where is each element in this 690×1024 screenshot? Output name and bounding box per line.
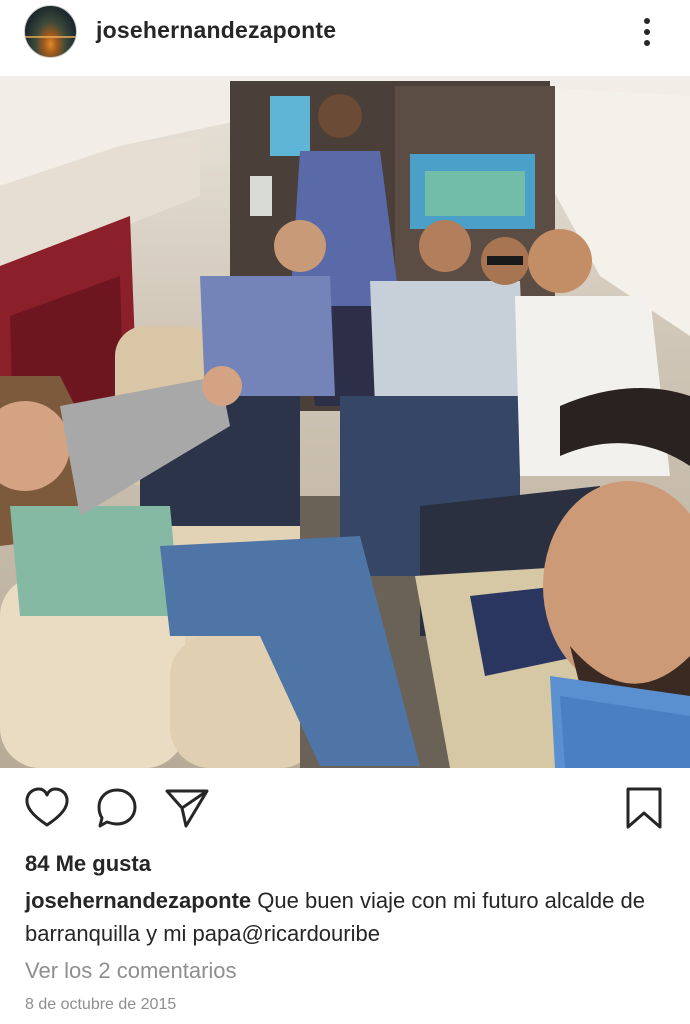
photo-illustration: [0, 76, 690, 768]
heart-icon[interactable]: [24, 786, 70, 830]
likes-count[interactable]: 84 Me gusta: [25, 851, 151, 877]
comment-icon[interactable]: [95, 786, 139, 830]
bookmark-icon[interactable]: [624, 786, 664, 830]
post-username[interactable]: josehernandezaponte: [96, 17, 336, 44]
send-icon[interactable]: [164, 786, 210, 830]
post-actions: [0, 782, 690, 832]
post-date: 8 de octubre de 2015: [25, 996, 177, 1013]
caption-username[interactable]: josehernandezaponte: [25, 888, 251, 913]
post-photo[interactable]: [0, 76, 690, 768]
more-options-icon[interactable]: [632, 14, 662, 50]
view-comments-link[interactable]: Ver los 2 comentarios: [25, 958, 237, 984]
avatar[interactable]: [24, 5, 77, 58]
post-header: josehernandezaponte: [0, 0, 690, 66]
post-caption: josehernandezaponte Que buen viaje con m…: [25, 884, 665, 950]
